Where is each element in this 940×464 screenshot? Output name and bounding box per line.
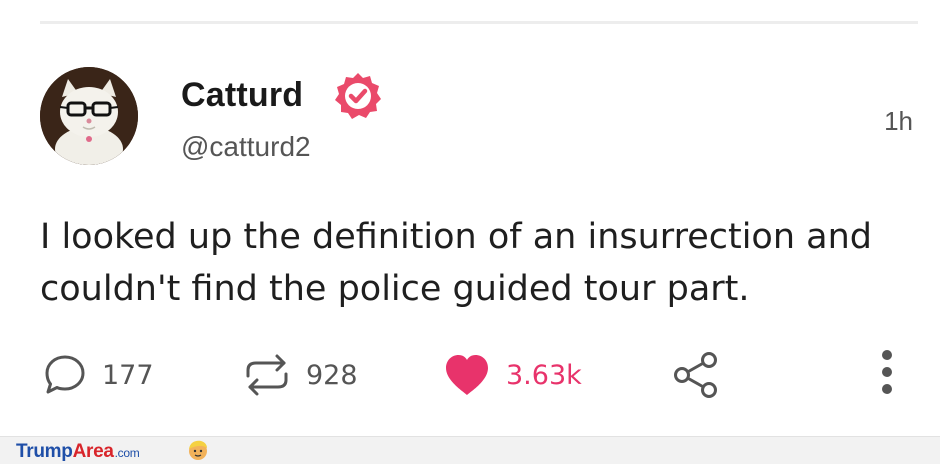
- more-icon[interactable]: [880, 350, 894, 400]
- avatar[interactable]: [40, 67, 138, 165]
- like-button[interactable]: 3.63k: [442, 352, 582, 398]
- post-card: Catturd @catturd2 1h I looked up the def…: [0, 0, 940, 464]
- like-count: 3.63k: [506, 359, 582, 391]
- author-name[interactable]: Catturd: [181, 76, 303, 115]
- share-icon: [674, 352, 717, 398]
- reply-button[interactable]: 177: [42, 352, 154, 398]
- share-button[interactable]: [672, 352, 720, 398]
- watermark-logo: TrumpArea.com: [16, 441, 140, 462]
- verified-badge-icon: [332, 70, 384, 122]
- repost-button[interactable]: 928: [242, 352, 358, 398]
- divider: [40, 21, 918, 24]
- post-text: I looked up the definition of an insurre…: [40, 217, 872, 309]
- watermark-face-icon: [189, 440, 207, 460]
- reply-icon: [45, 355, 85, 394]
- reply-count: 177: [102, 359, 154, 391]
- heart-icon: [446, 355, 488, 395]
- repost-count: 928: [306, 359, 358, 391]
- repost-icon: [246, 354, 288, 396]
- watermark-bar: TrumpArea.com: [0, 436, 940, 464]
- author-handle[interactable]: @catturd2: [181, 131, 311, 163]
- post-timestamp[interactable]: 1h: [884, 106, 913, 137]
